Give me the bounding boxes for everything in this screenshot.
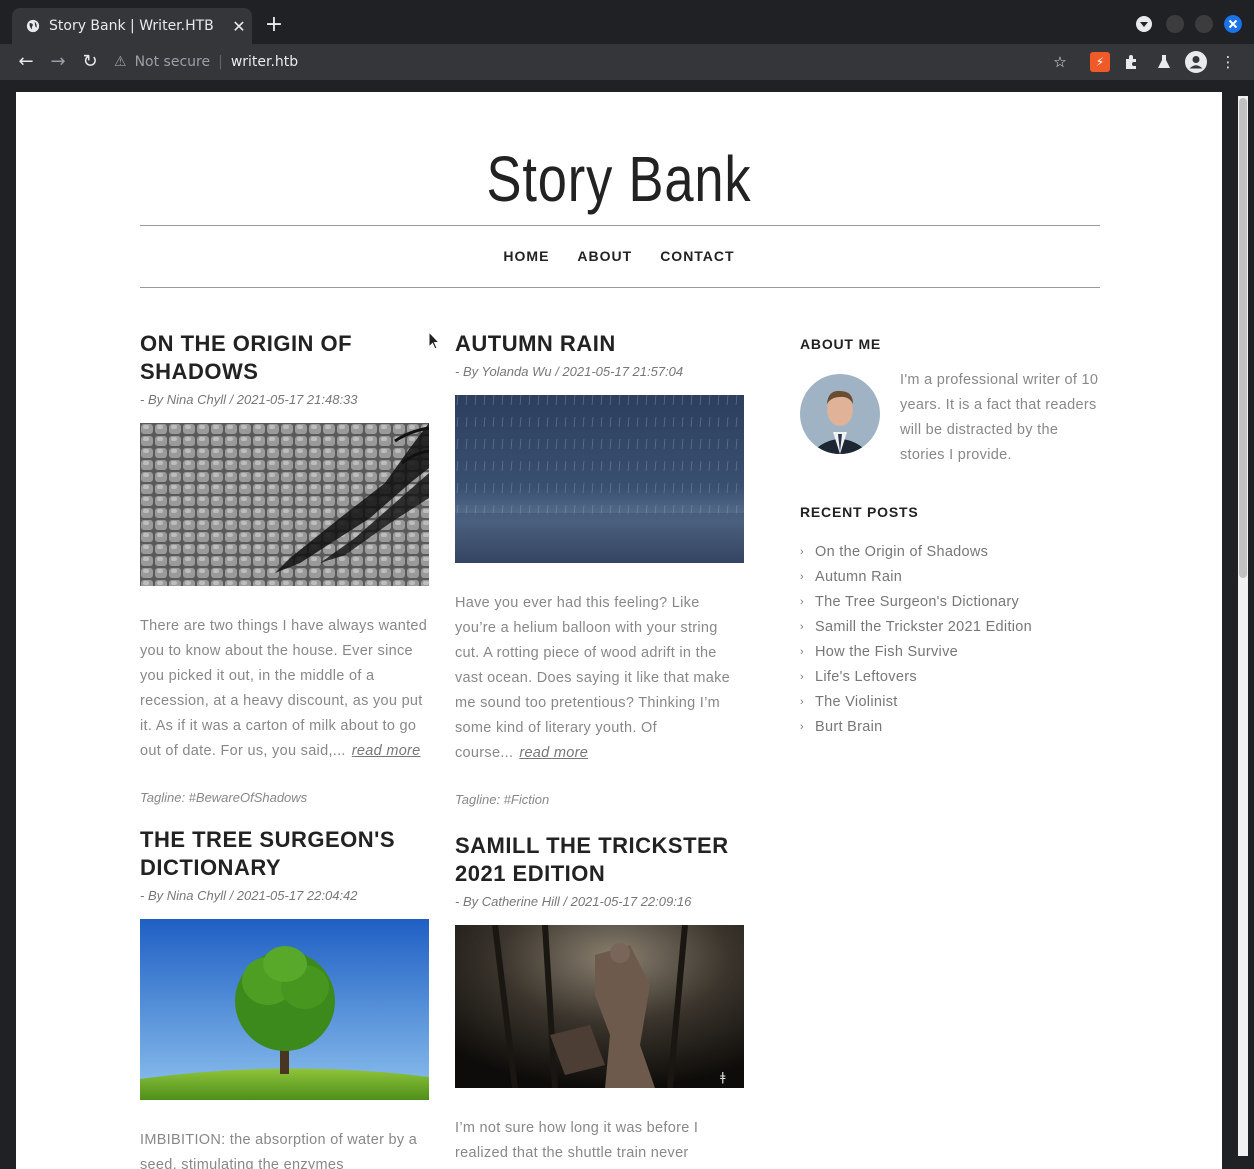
- post-image-rain[interactable]: [455, 395, 744, 563]
- chevron-right-icon: ›: [800, 646, 804, 658]
- menu-item-contact[interactable]: CONTACT: [660, 248, 734, 264]
- chevron-right-icon: ›: [800, 596, 804, 608]
- chevron-right-icon: ›: [800, 721, 804, 733]
- post-excerpt: IMBIBITION: the absorption of water by a…: [140, 1128, 429, 1169]
- url-text[interactable]: writer.htb: [231, 54, 298, 70]
- post-image-shadows[interactable]: [140, 423, 430, 586]
- list-item[interactable]: › Burt Brain: [800, 715, 1100, 740]
- about-text: I'm a professional writer of 10 years. I…: [900, 372, 1099, 463]
- post-title[interactable]: AUTUMN RAIN: [455, 330, 744, 358]
- recent-post-link[interactable]: The Violinist: [815, 690, 898, 715]
- chrome-bottom-edge: [0, 80, 1254, 92]
- post-excerpt: I’m not sure how long it was before I re…: [455, 1116, 744, 1166]
- list-item[interactable]: › On the Origin of Shadows: [800, 540, 1100, 565]
- post-excerpt: There are two things I have always wante…: [140, 614, 429, 764]
- post-excerpt-text: I’m not sure how long it was before I re…: [455, 1120, 699, 1161]
- page-viewport: Story Bank HOME ABOUT CONTACT ON THE ORI…: [16, 92, 1222, 1169]
- chevron-right-icon: ›: [800, 621, 804, 633]
- main-menu: HOME ABOUT CONTACT: [16, 248, 1222, 264]
- recent-posts-list: › On the Origin of Shadows › Autumn Rain ›…: [800, 540, 1100, 740]
- post-tagline: Tagline: #BewareOfShadows: [140, 790, 308, 805]
- svg-text:ǂ: ǂ: [720, 1070, 726, 1084]
- post-card: SAMILL THE TRICKSTER 2021 EDITION - By C…: [455, 832, 744, 1166]
- recent-posts-heading: RECENT POSTS: [800, 504, 919, 520]
- post-excerpt-text: There are two things I have always wante…: [140, 618, 428, 759]
- forward-icon[interactable]: →: [46, 50, 70, 74]
- list-item[interactable]: › Life's Leftovers: [800, 665, 1100, 690]
- post-card: ON THE ORIGIN OF SHADOWS - By Nina Chyll…: [140, 330, 430, 805]
- address-bar[interactable]: ⚠ Not secure | writer.htb: [114, 48, 1078, 76]
- warning-icon[interactable]: ⚠: [114, 54, 127, 70]
- back-icon[interactable]: ←: [14, 50, 38, 74]
- browser-toolbar: ← → ↻ ⚠ Not secure | writer.htb ☆ ⚡ ⋮: [0, 44, 1254, 80]
- new-tab-button[interactable]: +: [262, 13, 286, 37]
- post-excerpt-text: Have you ever had this feeling? Like you…: [455, 595, 731, 761]
- mouse-cursor-icon: [428, 331, 440, 350]
- reload-icon[interactable]: ↻: [78, 50, 102, 74]
- omnibox-divider: |: [218, 54, 223, 70]
- site-title[interactable]: Story Bank: [125, 142, 1114, 216]
- close-window-icon[interactable]: [1224, 15, 1242, 33]
- recent-post-link[interactable]: Autumn Rain: [815, 565, 902, 590]
- post-title[interactable]: THE TREE SURGEON'S DICTIONARY: [140, 826, 429, 882]
- recent-post-link[interactable]: Burt Brain: [815, 715, 882, 740]
- post-meta: - By Nina Chyll / 2021-05-17 21:48:33: [140, 392, 358, 407]
- extension-icon[interactable]: ⚡: [1090, 52, 1110, 72]
- post-image-trickster[interactable]: ǂ: [455, 924, 744, 1089]
- chevron-right-icon: ›: [800, 696, 804, 708]
- list-item[interactable]: › The Violinist: [800, 690, 1100, 715]
- minimize-button[interactable]: [1166, 15, 1184, 33]
- header-rule-bottom: [140, 287, 1100, 288]
- read-more-link[interactable]: read more: [519, 745, 588, 761]
- security-label[interactable]: Not secure: [135, 54, 211, 70]
- post-title[interactable]: SAMILL THE TRICKSTER 2021 EDITION: [455, 832, 744, 888]
- read-more-link[interactable]: read more: [352, 743, 421, 759]
- browser-tab[interactable]: Story Bank | Writer.HTB ✕: [12, 8, 252, 44]
- chevron-right-icon: ›: [800, 671, 804, 683]
- sidebar: ABOUT ME I'm a professional writer of 10…: [800, 336, 1100, 740]
- tab-title: Story Bank | Writer.HTB: [49, 18, 214, 34]
- globe-icon: [26, 19, 40, 33]
- post-meta: - By Yolanda Wu / 2021-05-17 21:57:04: [455, 364, 684, 379]
- flask-icon[interactable]: [1154, 52, 1174, 72]
- post-image-tree[interactable]: [140, 919, 429, 1100]
- about-widget: I'm a professional writer of 10 years. I…: [800, 372, 1100, 468]
- puzzle-icon[interactable]: [1122, 52, 1142, 72]
- recent-post-link[interactable]: Life's Leftovers: [815, 665, 917, 690]
- profile-icon[interactable]: [1185, 51, 1207, 73]
- avatar: [800, 374, 880, 454]
- scrollbar-thumb[interactable]: [1239, 98, 1247, 578]
- chevron-right-icon: ›: [800, 546, 804, 558]
- post-tagline: Tagline: #Fiction: [455, 792, 550, 807]
- list-item[interactable]: › Autumn Rain: [800, 565, 1100, 590]
- post-card: THE TREE SURGEON'S DICTIONARY - By Nina …: [140, 826, 429, 1169]
- recent-post-link[interactable]: Samill the Trickster 2021 Edition: [815, 615, 1032, 640]
- post-excerpt: Have you ever had this feeling? Like you…: [455, 591, 744, 766]
- maximize-button[interactable]: [1195, 15, 1213, 33]
- recent-post-link[interactable]: The Tree Surgeon's Dictionary: [815, 590, 1019, 615]
- recent-post-link[interactable]: On the Origin of Shadows: [815, 540, 988, 565]
- recent-post-link[interactable]: How the Fish Survive: [815, 640, 958, 665]
- tab-strip: Story Bank | Writer.HTB ✕ +: [0, 0, 1254, 44]
- tab-close-icon[interactable]: ✕: [226, 17, 252, 36]
- star-icon[interactable]: ☆: [1050, 52, 1070, 72]
- scrollbar[interactable]: [1234, 80, 1254, 1169]
- list-item[interactable]: › The Tree Surgeon's Dictionary: [800, 590, 1100, 615]
- post-meta: - By Nina Chyll / 2021-05-17 22:04:42: [140, 888, 358, 903]
- post-card: AUTUMN RAIN - By Yolanda Wu / 2021-05-17…: [455, 330, 744, 807]
- about-heading: ABOUT ME: [800, 336, 882, 352]
- chevron-right-icon: ›: [800, 571, 804, 583]
- post-excerpt-text: IMBIBITION: the absorption of water by a…: [140, 1132, 418, 1169]
- post-title[interactable]: ON THE ORIGIN OF SHADOWS: [140, 330, 429, 386]
- list-item[interactable]: › How the Fish Survive: [800, 640, 1100, 665]
- list-item[interactable]: › Samill the Trickster 2021 Edition: [800, 615, 1100, 640]
- menu-item-home[interactable]: HOME: [503, 248, 549, 264]
- post-meta: - By Catherine Hill / 2021-05-17 22:09:1…: [455, 894, 692, 909]
- menu-item-about[interactable]: ABOUT: [577, 248, 632, 264]
- header-rule-top: [140, 225, 1100, 226]
- menu-dots-icon[interactable]: ⋮: [1218, 52, 1238, 72]
- tab-search-icon[interactable]: [1135, 15, 1153, 33]
